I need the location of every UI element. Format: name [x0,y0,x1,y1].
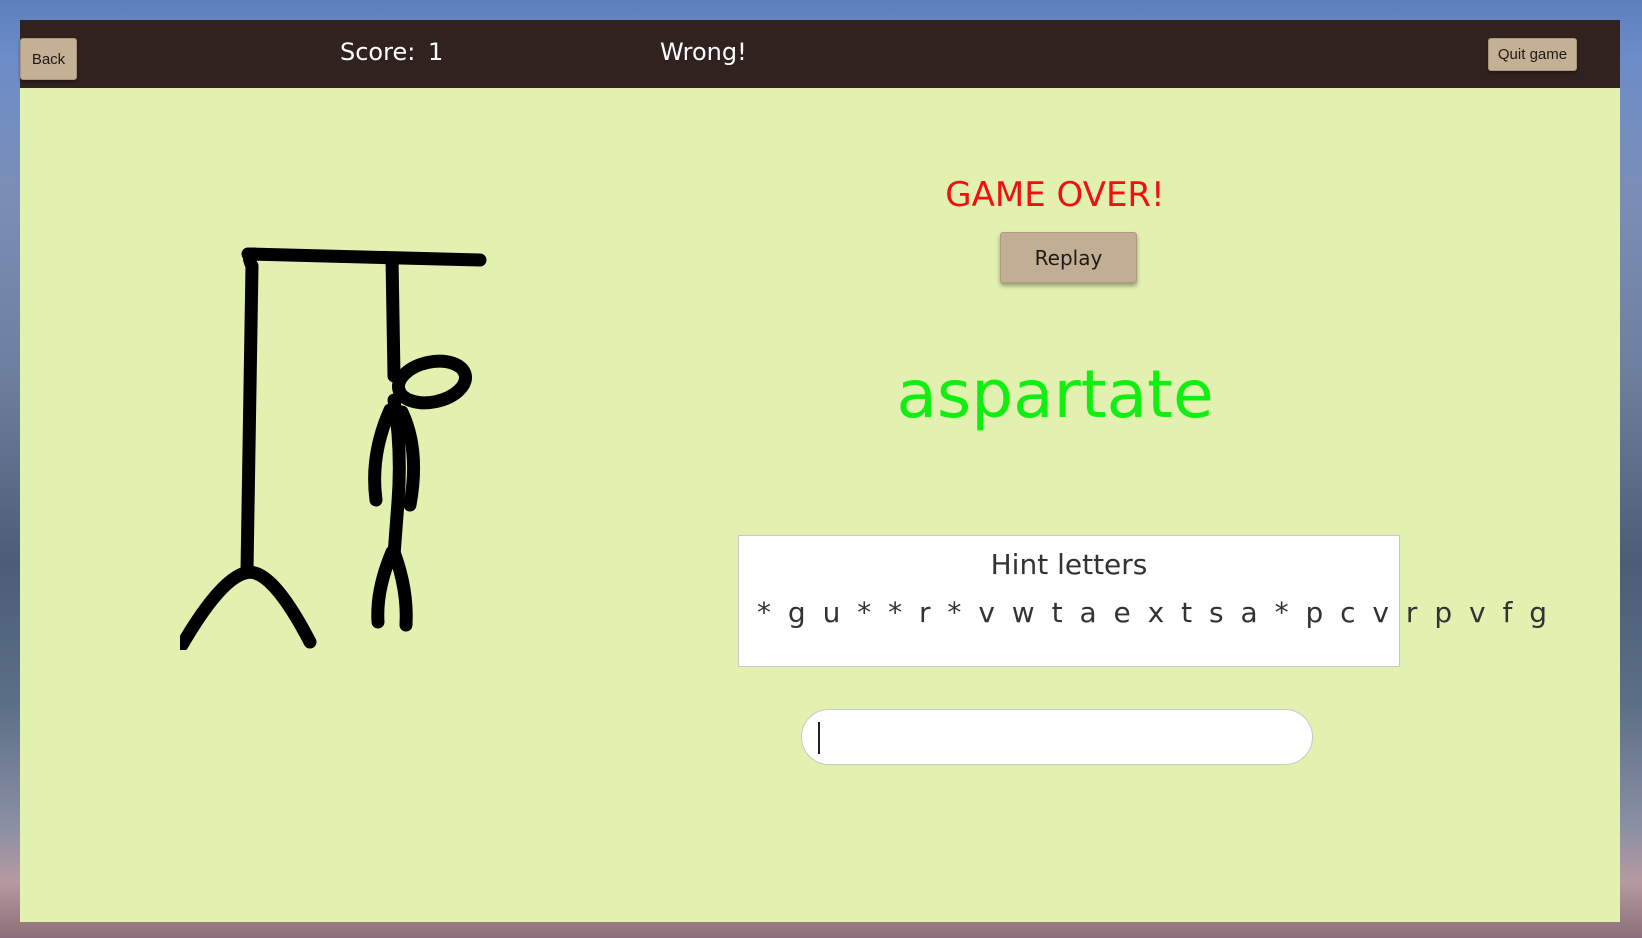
answer-word: aspartate [896,356,1214,433]
hangman-body [387,393,406,562]
gallows-beam [241,247,487,267]
score-label: Score: [340,38,416,66]
back-button[interactable]: Back [20,38,77,80]
guess-input[interactable] [801,709,1313,765]
game-over-message: GAME OVER! [945,175,1165,215]
hint-letters: * g u * * r * v w t a e x t s a * p c v … [757,596,1551,629]
gallows-base [180,565,317,650]
top-bar: Back Score: 1 Wrong! Quit game [20,20,1620,88]
hangman-app: Back Score: 1 Wrong! Quit game GAME OVER… [20,20,1620,922]
hint-title: Hint letters [990,548,1148,581]
gallows-rope [385,251,401,383]
hint-box: Hint letters * g u * * r * v w t a e x t… [738,535,1547,667]
hangman-drawing [180,247,487,650]
hangman-head [391,354,473,410]
hangman-right-leg [387,545,413,632]
status-message: Wrong! [660,38,747,66]
text-caret [818,722,820,754]
gallows-post [240,247,261,577]
hangman-left-leg [371,545,399,629]
score-value: 1 [428,38,444,66]
quit-game-button[interactable]: Quit game [1488,38,1577,71]
replay-button[interactable]: Replay [1000,232,1137,283]
hangman-left-arm [368,403,397,507]
